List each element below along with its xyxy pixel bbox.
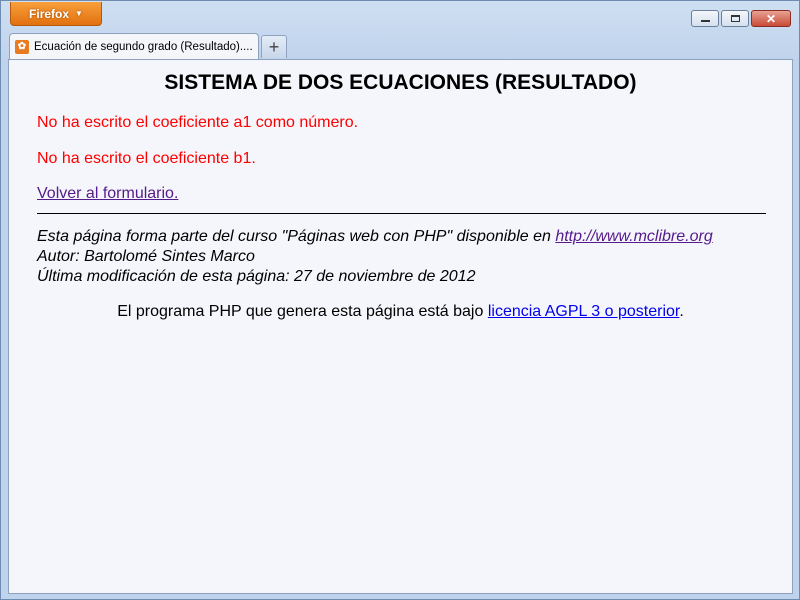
maximize-icon <box>730 15 740 22</box>
license-link[interactable]: licencia AGPL 3 o posterior <box>488 303 680 320</box>
license-text: El programa PHP que genera esta página e… <box>117 303 488 320</box>
error-message-a1: No ha escrito el coeficiente a1 como núm… <box>37 114 359 131</box>
dropdown-arrow-icon: ▼ <box>75 9 83 18</box>
page-footer: Esta página forma parte del curso "Págin… <box>37 227 713 287</box>
tab-active[interactable]: ✿ Ecuación de segundo grado (Resultado).… <box>9 33 259 59</box>
page-title: SISTEMA DE DOS ECUACIONES (RESULTADO) <box>164 71 637 94</box>
close-icon: ✕ <box>765 11 777 26</box>
back-to-form-link[interactable]: Volver al formulario. <box>37 185 178 203</box>
error-message-b1: No ha escrito el coeficiente b1. <box>37 150 256 167</box>
footer-author: Autor: Bartolomé Sintes Marco <box>37 248 255 265</box>
plus-icon: + <box>268 37 280 57</box>
close-button[interactable]: ✕ <box>751 10 791 27</box>
tab-title: Ecuación de segundo grado (Resultado)...… <box>34 40 253 53</box>
license-notice: El programa PHP que genera esta página e… <box>9 303 792 321</box>
footer-course-line: Esta página forma parte del curso "Págin… <box>37 227 713 247</box>
minimize-button[interactable] <box>691 10 719 27</box>
firefox-menu-button[interactable]: Firefox ▼ <box>10 2 102 26</box>
window-controls: ✕ <box>691 10 791 27</box>
new-tab-button[interactable]: + <box>261 35 287 58</box>
maximize-button[interactable] <box>721 10 749 27</box>
firefox-menu-label: Firefox <box>29 6 70 21</box>
mclibre-link[interactable]: http://www.mclibre.org <box>555 228 712 245</box>
footer-course-text: Esta página forma parte del curso "Págin… <box>37 228 556 245</box>
minimize-icon <box>700 20 710 22</box>
xampp-favicon-icon: ✿ <box>15 39 29 54</box>
license-period: . <box>679 303 684 320</box>
divider <box>37 213 766 214</box>
browser-window: Firefox ▼ ✕ ✿ Ecuación de segundo grado … <box>0 0 800 600</box>
page-content: SISTEMA DE DOS ECUACIONES (RESULTADO) No… <box>8 59 793 594</box>
footer-last-modified: Última modificación de esta página: 27 d… <box>37 268 476 285</box>
